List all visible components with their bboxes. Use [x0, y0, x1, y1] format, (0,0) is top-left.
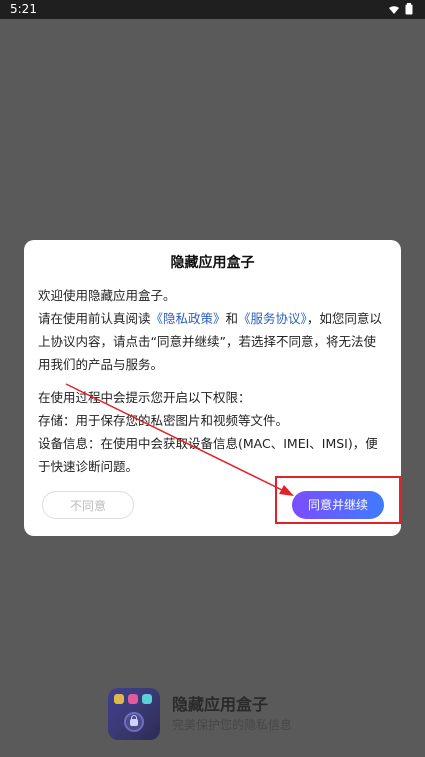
disagree-button[interactable]: 不同意	[42, 491, 134, 519]
agree-continue-button[interactable]: 同意并继续	[292, 491, 384, 519]
privacy-policy-link[interactable]: 《隐私政策》	[151, 311, 226, 326]
service-agreement-link[interactable]: 《服务协议》	[238, 311, 307, 326]
greeting-text: 欢迎使用隐藏应用盒子。	[38, 288, 176, 303]
battery-icon	[405, 3, 413, 18]
permission-device: 设备信息：在使用中会获取设备信息(MAC、IMEI、IMSI)，便于快速诊断问题…	[38, 436, 378, 474]
permission-storage: 存储：用于保存您的私密图片和视频等文件。	[38, 413, 289, 428]
wifi-icon	[388, 4, 400, 18]
status-icons	[388, 3, 413, 18]
lock-body	[130, 719, 138, 726]
status-time: 5:21	[10, 2, 37, 16]
app-footer: 隐藏应用盒子 完美保护您的隐私信息	[108, 688, 292, 740]
consent-prefix: 请在使用前认真阅读	[38, 311, 151, 326]
footer-app-name: 隐藏应用盒子	[172, 695, 269, 714]
footer-text: 隐藏应用盒子 完美保护您的隐私信息	[172, 695, 292, 733]
status-bar: 5:21	[0, 0, 425, 19]
dialog-title: 隐藏应用盒子	[170, 255, 255, 271]
dialog-body: 欢迎使用隐藏应用盒子。 请在使用前认真阅读《隐私政策》和《服务协议》，如您同意以…	[38, 284, 387, 478]
app-icon-tiles	[114, 694, 154, 706]
permissions-intro: 在使用过程中会提示您开启以下权限：	[38, 390, 251, 405]
consent-paragraph: 欢迎使用隐藏应用盒子。 请在使用前认真阅读《隐私政策》和《服务协议》，如您同意以…	[38, 284, 387, 376]
and-text: 和	[225, 311, 239, 326]
lock-app-icon	[108, 688, 160, 740]
privacy-dialog: 隐藏应用盒子 欢迎使用隐藏应用盒子。 请在使用前认真阅读《隐私政策》和《服务协议…	[24, 240, 401, 536]
permissions-paragraph: 在使用过程中会提示您开启以下权限： 存储：用于保存您的私密图片和视频等文件。 设…	[38, 386, 387, 478]
footer-slogan: 完美保护您的隐私信息	[172, 718, 293, 732]
